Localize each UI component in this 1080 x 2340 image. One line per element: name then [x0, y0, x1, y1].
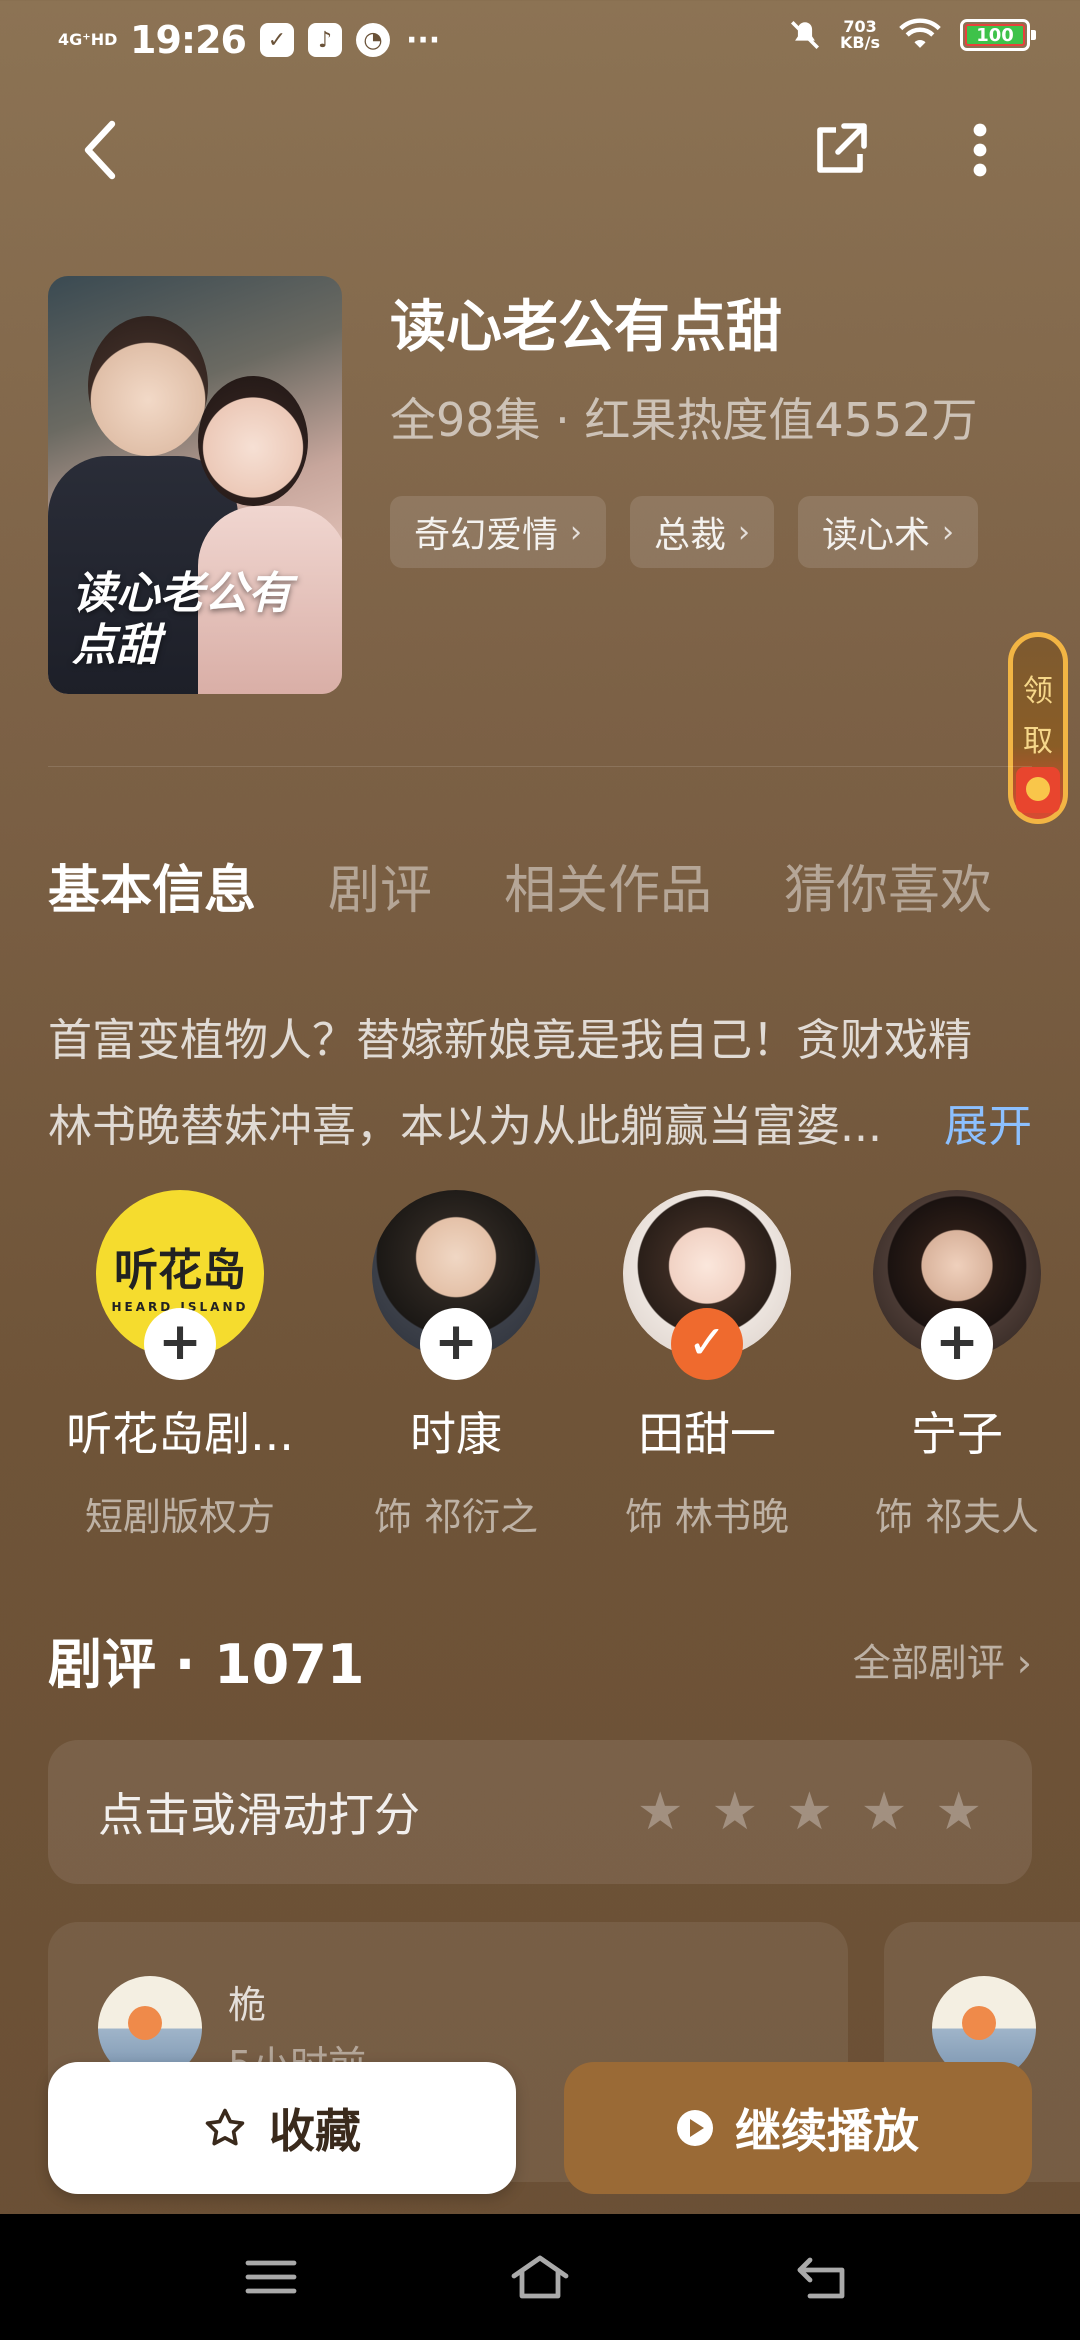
- star-icon[interactable]: ★: [637, 1786, 684, 1838]
- tab-recommendations[interactable]: 猜你喜欢: [784, 848, 992, 923]
- avatar: +: [873, 1190, 1041, 1380]
- back-nav-button[interactable]: [788, 2242, 858, 2312]
- cast-role: 饰 祁夫人: [874, 1495, 1040, 1539]
- tab-reviews[interactable]: 剧评: [328, 848, 432, 923]
- cast-item-actor[interactable]: + 宁子 饰 祁夫人: [834, 1190, 1080, 1541]
- reviews-header: 剧评 · 1071 全部剧评 ›: [48, 1620, 1032, 1699]
- cast-name: 田甜一: [638, 1407, 776, 1461]
- follow-plus-icon[interactable]: +: [144, 1308, 216, 1380]
- wifi-icon: [899, 18, 941, 48]
- cast-item-actor[interactable]: ✓ 田甜一 饰 林书晚: [582, 1190, 832, 1541]
- logo-text: 听花岛: [114, 1245, 246, 1296]
- all-reviews-link[interactable]: 全部剧评 ›: [853, 1632, 1032, 1687]
- chevron-right-icon: ›: [942, 514, 955, 550]
- back-arrow-icon: [84, 120, 116, 180]
- expand-button[interactable]: 展开: [944, 1084, 1032, 1170]
- play-label: 继续播放: [735, 2104, 919, 2158]
- music-app-icon: ♪: [307, 23, 342, 57]
- divider: [48, 766, 1032, 767]
- reviews-title: 剧评 · 1071: [48, 1633, 365, 1696]
- claim-reward-button[interactable]: 领 取: [1008, 632, 1068, 824]
- home-icon: [511, 2255, 569, 2299]
- tag-label: 读心术: [822, 515, 931, 556]
- network-speed: 703 KB/s: [840, 19, 880, 51]
- menu-icon: [245, 2260, 297, 2294]
- drama-title: 读心老公有点甜: [390, 295, 782, 360]
- home-button[interactable]: [505, 2242, 575, 2312]
- cast-name: 宁子: [911, 1407, 1003, 1461]
- tag-list: 奇幻爱情 › 总裁 › 读心术 ›: [390, 496, 979, 568]
- tag-label: 总裁: [654, 515, 727, 556]
- claim-label-2: 取: [1023, 724, 1053, 759]
- tag-mind-reading[interactable]: 读心术 ›: [798, 496, 979, 568]
- star-icon[interactable]: ★: [786, 1786, 833, 1838]
- star-icon[interactable]: ★: [935, 1786, 982, 1838]
- share-icon: [817, 123, 867, 173]
- more-options-button[interactable]: [940, 110, 1020, 190]
- avatar: 听花岛 HEARD ISLAND +: [96, 1190, 264, 1380]
- tag-label: 奇幻爱情: [414, 515, 559, 556]
- star-icon[interactable]: ★: [712, 1786, 759, 1838]
- chevron-right-icon: ›: [570, 514, 583, 550]
- back-button[interactable]: [60, 110, 140, 190]
- battery-level: 100: [965, 24, 1025, 46]
- cast-item-actor[interactable]: + 时康 饰 祁衍之: [331, 1190, 581, 1541]
- cast-role: 饰 林书晚: [624, 1495, 790, 1539]
- tag-ceo[interactable]: 总裁 ›: [630, 496, 775, 568]
- followed-check-icon[interactable]: ✓: [671, 1308, 743, 1380]
- poster-title: 读心老公有点甜: [72, 568, 292, 671]
- net-speed-unit: KB/s: [840, 33, 880, 52]
- star-rating[interactable]: ★ ★ ★ ★ ★: [637, 1786, 982, 1838]
- play-icon: [677, 2110, 713, 2146]
- red-envelope-icon: [1016, 767, 1060, 813]
- star-icon[interactable]: ★: [861, 1786, 908, 1838]
- rating-prompt: 点击或滑动打分: [98, 1788, 420, 1842]
- mute-bell-icon: [791, 20, 820, 50]
- collect-label: 收藏: [269, 2104, 361, 2158]
- description-line-1: 首富变植物人？替嫁新娘竟是我自己！贪财戏精: [48, 1015, 972, 1066]
- status-time: 19:26: [130, 18, 247, 62]
- cast-role: 短剧版权方: [84, 1495, 275, 1539]
- cast-name: 听花岛剧...: [66, 1407, 294, 1461]
- reviewer-name: 桅: [228, 1983, 267, 2027]
- cast-list: 听花岛 HEARD ISLAND + 听花岛剧... 短剧版权方 + 时康 饰 …: [0, 1190, 1080, 1550]
- claim-label-1: 领: [1023, 674, 1053, 709]
- drama-meta: 全98集 · 红果热度值4552万: [390, 393, 978, 447]
- system-nav-bar: [0, 2214, 1080, 2340]
- cast-role: 饰 祁衍之: [373, 1495, 539, 1539]
- drama-description: 首富变植物人？替嫁新娘竟是我自己！贪财戏精 林书晚替妹冲喜，本以为从此躺赢当富婆…: [48, 998, 1038, 1170]
- avatar: ✓: [623, 1190, 791, 1380]
- collect-button[interactable]: 收藏: [48, 2062, 516, 2194]
- avatar: +: [372, 1190, 540, 1380]
- tab-bar: 基本信息 剧评 相关作品 猜你喜欢: [48, 848, 992, 923]
- share-button[interactable]: [800, 110, 880, 190]
- more-vertical-icon: [973, 123, 987, 177]
- cast-item-copyright-owner[interactable]: 听花岛 HEARD ISLAND + 听花岛剧... 短剧版权方: [55, 1190, 305, 1541]
- cast-name: 时康: [410, 1407, 502, 1461]
- notification-app-icon: ✓: [259, 23, 294, 57]
- rating-card[interactable]: 点击或滑动打分 ★ ★ ★ ★ ★: [48, 1740, 1032, 1884]
- recent-apps-button[interactable]: [236, 2242, 306, 2312]
- tab-related-works[interactable]: 相关作品: [504, 848, 712, 923]
- poster-face-female: [198, 376, 308, 506]
- follow-plus-icon[interactable]: +: [921, 1308, 993, 1380]
- signal-indicator: 4G⁺HD: [58, 30, 118, 49]
- tag-fantasy-romance[interactable]: 奇幻爱情 ›: [390, 496, 607, 568]
- drama-poster[interactable]: 读心老公有点甜: [48, 276, 342, 694]
- chevron-right-icon: ›: [738, 514, 751, 550]
- back-nav-icon: [797, 2257, 845, 2299]
- battery-icon: 100: [960, 19, 1036, 51]
- continue-play-button[interactable]: 继续播放: [564, 2062, 1032, 2194]
- poster-face-male: [88, 316, 208, 456]
- more-notifications-icon: ···: [405, 22, 441, 58]
- claim-label: 领 取: [1013, 667, 1063, 767]
- description-line-2: 林书晚替妹冲喜，本以为从此躺赢当富婆...: [48, 1101, 882, 1152]
- follow-plus-icon[interactable]: +: [420, 1308, 492, 1380]
- star-icon: [205, 2108, 245, 2146]
- speed-app-icon: ◔: [355, 23, 390, 57]
- tab-basic-info[interactable]: 基本信息: [48, 848, 256, 923]
- status-bar: 4G⁺HD 19:26 ✓ ♪ ◔ ··· 703 KB/s 100: [0, 0, 1080, 84]
